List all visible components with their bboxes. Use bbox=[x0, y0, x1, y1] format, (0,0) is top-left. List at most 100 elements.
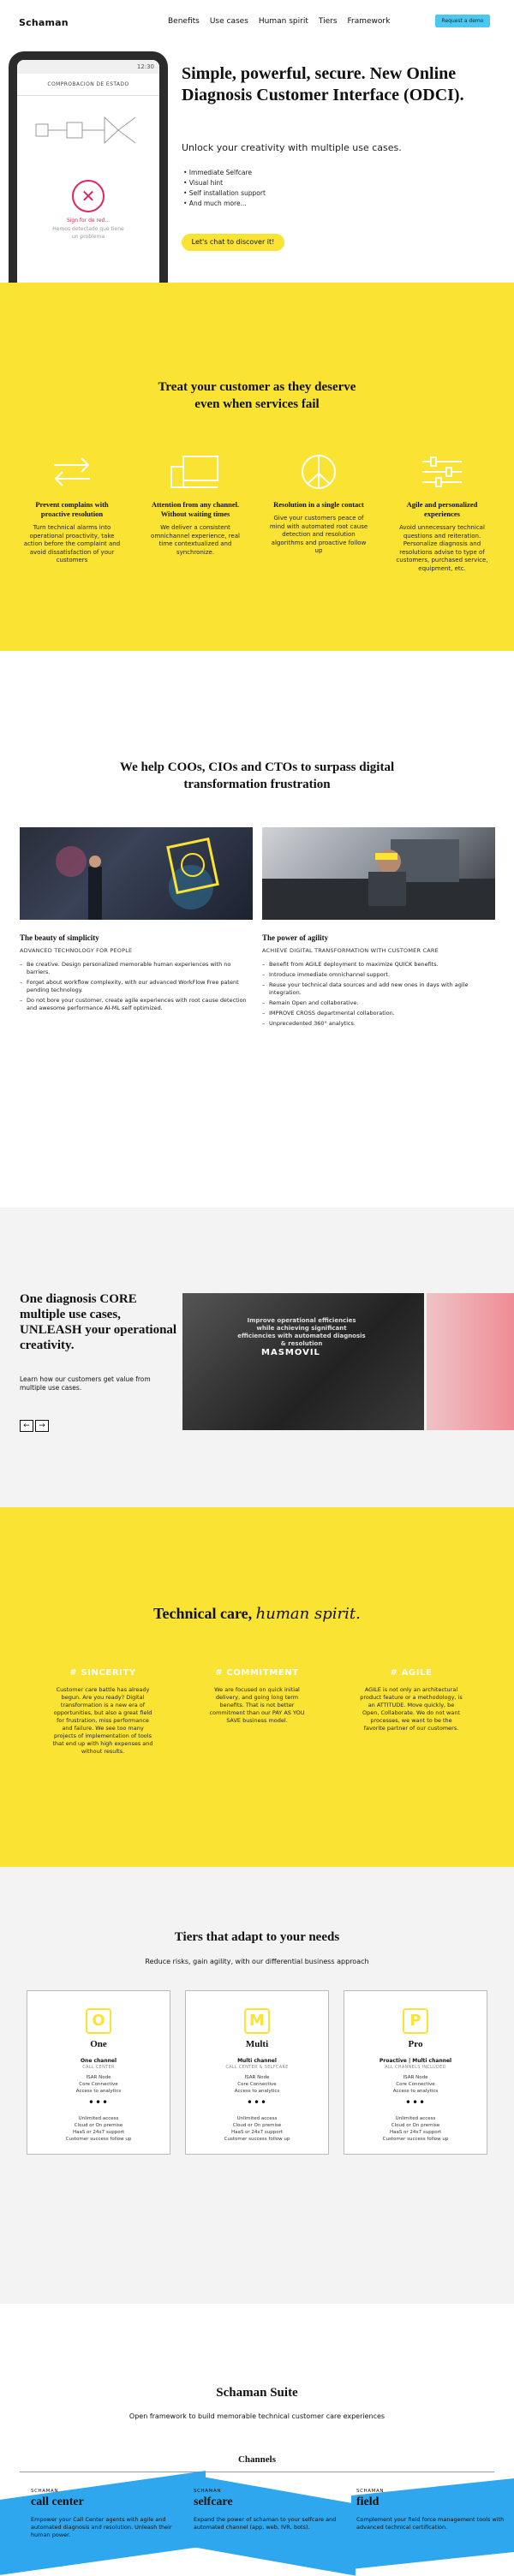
value-text: AGILE is not only an architectural produ… bbox=[360, 1686, 463, 1732]
tier-channels-detail: CALL CENTER bbox=[82, 2065, 115, 2070]
benefit-text: Avoid unnecessary technical questions an… bbox=[396, 524, 488, 572]
arrow-right-icon[interactable]: → bbox=[35, 1420, 49, 1432]
channel-kicker: SCHAMAN bbox=[31, 2489, 59, 2494]
column-list: Be creative. Design personalized memorab… bbox=[20, 961, 253, 1012]
channels-title: Channels bbox=[237, 2454, 277, 2465]
request-demo-button[interactable]: Request a demo bbox=[435, 15, 490, 27]
photo-graffiti-wall bbox=[20, 827, 253, 920]
benefit-card: Resolution in a single contact Give your… bbox=[267, 447, 370, 556]
logo[interactable]: Schaman bbox=[19, 17, 69, 28]
benefit-text: Give your customers peace of mind with a… bbox=[269, 515, 368, 554]
column-list: Benefit from AGILE deployment to maximiz… bbox=[262, 961, 495, 1028]
nav-item-benefits[interactable]: Benefits bbox=[168, 17, 200, 26]
suite-section: Schaman Suite Open framework to build me… bbox=[0, 2304, 514, 2576]
benefit-card: Agile and personalized experiences Avoid… bbox=[391, 447, 493, 573]
suite-subtitle: Open framework to build memorable techni… bbox=[128, 2412, 386, 2420]
tier-card-pro[interactable]: P Pro Proactive | Multi channel ALL CHAN… bbox=[344, 1990, 487, 2155]
hero-bullet: • Immediate Selfcare bbox=[183, 169, 252, 176]
peace-icon bbox=[267, 447, 370, 497]
tier-channels: Multi channel bbox=[237, 2058, 277, 2064]
carousel-controls: ← → bbox=[20, 1420, 49, 1432]
value-card: # COMMITMENT We are focused on quick ini… bbox=[206, 1668, 308, 1725]
benefit-title: Attention from any channel. Without wait… bbox=[151, 500, 240, 518]
more-icon: ••• bbox=[87, 2096, 110, 2108]
chat-button[interactable]: Let's chat to discover it! bbox=[182, 234, 284, 251]
phone-status-bar: 12:30 bbox=[17, 60, 159, 74]
case-study-card-next[interactable] bbox=[427, 1293, 514, 1430]
benefit-text: Turn technical alarms into operational p… bbox=[23, 524, 121, 564]
tier-features: ISAR Node Core Connective Access to analyt… bbox=[75, 2075, 122, 2094]
benefit-text: We deliver a consistent omnichannel expe… bbox=[151, 524, 240, 556]
arrow-left-icon[interactable]: ← bbox=[20, 1420, 33, 1432]
value-text: Customer care battle has already begun. … bbox=[52, 1686, 153, 1755]
channel-name: call center bbox=[31, 2496, 84, 2508]
tier-channels-detail: CALL CENTER & SELFCARE bbox=[225, 2065, 289, 2070]
more-icon: ••• bbox=[404, 2096, 427, 2108]
benefit-title: Agile and personalized experiences bbox=[406, 500, 478, 518]
use-cases-section: We help COOs, CIOs and CTOs to surpass d… bbox=[0, 651, 514, 1208]
phone-error-title: Sign for de red... bbox=[66, 218, 111, 224]
value-card: # SINCERITY Customer care battle has alr… bbox=[51, 1668, 154, 1756]
tier-channels-detail: ALL CHANNELS INCLUDED bbox=[385, 2065, 446, 2070]
value-card: # AGILE AGILE is not only an architectur… bbox=[360, 1668, 463, 1732]
value-name: # SINCERITY bbox=[69, 1668, 136, 1678]
tiers-subtitle: Reduce risks, gain agility, with our dif… bbox=[145, 1958, 369, 1965]
tiers-title: Tiers that adapt to your needs bbox=[174, 1930, 340, 1944]
tier-card-multi[interactable]: M Multi Multi channel CALL CENTER & SELF… bbox=[185, 1990, 329, 2155]
tier-logo-icon: O bbox=[86, 2008, 111, 2034]
tier-includes: Unlimited access Cloud or On premise HaaS … bbox=[382, 2116, 449, 2142]
hero-bullets: • Immediate Selfcare • Visual hint • Sel… bbox=[183, 168, 266, 209]
hero-section: 12:30 COMPROBACION DE ESTADO ✕ Sign for … bbox=[0, 43, 514, 283]
case-quote: Improve operational efficiencies while a… bbox=[237, 1317, 366, 1347]
channel-text: Complement your field force management t… bbox=[356, 2516, 505, 2531]
column-tag: ADVANCED TECHNOLOGY FOR PEOPLE bbox=[20, 947, 133, 954]
devices-icon bbox=[144, 447, 247, 497]
hero-subtitle: Unlock your creativity with multiple use… bbox=[182, 142, 402, 153]
suite-title: Schaman Suite bbox=[216, 2386, 298, 2400]
list-item: Reuse your technical data sources and ad… bbox=[262, 981, 495, 997]
tier-name: One bbox=[90, 2039, 107, 2049]
channel-call-center[interactable]: SCHAMAN call center Empower your Call Ce… bbox=[31, 2489, 185, 2539]
hero-bullet: • And much more... bbox=[183, 200, 247, 207]
value-name: # AGILE bbox=[390, 1668, 433, 1678]
channel-selfcare[interactable]: SCHAMAN selfcare Expand the power of sch… bbox=[194, 2489, 348, 2531]
benefit-card: Attention from any channel. Without wait… bbox=[144, 447, 247, 557]
tiers-section: Tiers that adapt to your needs Reduce ri… bbox=[0, 1867, 514, 2304]
human-spirit-section: Technical care, human spirit. # SINCERIT… bbox=[0, 1507, 514, 1867]
tier-card-one[interactable]: O One One channel CALL CENTER ISAR Node C… bbox=[27, 1990, 170, 2155]
core-text: Learn how our customers get value from m… bbox=[20, 1375, 151, 1392]
channel-kicker: SCHAMAN bbox=[194, 2489, 222, 2494]
nav-item-human-spirit[interactable]: Human spirit bbox=[259, 17, 308, 26]
core-section: One diagnosis CORE multiple use cases, U… bbox=[0, 1208, 514, 1507]
tier-logo-icon: M bbox=[244, 2008, 270, 2034]
nav-item-use-cases[interactable]: Use cases bbox=[210, 17, 248, 26]
phone-mockup: 12:30 COMPROBACION DE ESTADO ✕ Sign for … bbox=[9, 51, 168, 283]
list-item: Unprecedented 360° analytics. bbox=[262, 1020, 495, 1028]
hero-title: Simple, powerful, secure. New Online Dia… bbox=[182, 64, 464, 104]
phone-screen-title: COMPROBACION DE ESTADO bbox=[17, 74, 159, 96]
list-item: Be creative. Design personalized memorab… bbox=[20, 961, 253, 976]
channel-kicker: SCHAMAN bbox=[356, 2489, 385, 2494]
channel-field[interactable]: SCHAMAN field Complement your field forc… bbox=[356, 2489, 511, 2531]
phone-error-subtitle: Hemos detectado que tiene un problema bbox=[52, 226, 124, 240]
simplicity-column: The beauty of simplicity ADVANCED TECHNO… bbox=[20, 933, 253, 1015]
channel-text: Empower your Call Center agents with agi… bbox=[31, 2516, 172, 2538]
close-icon: ✕ bbox=[72, 180, 105, 212]
case-study-card[interactable]: Improve operational efficiencies while a… bbox=[182, 1293, 424, 1430]
column-title: The power of agility bbox=[262, 933, 329, 942]
nav-item-framework[interactable]: Framework bbox=[348, 17, 391, 26]
column-title: The beauty of simplicity bbox=[20, 933, 99, 942]
list-item: Do not bore your customer, create agile … bbox=[20, 997, 253, 1012]
nav-menu: Benefits Use cases Human spirit Tiers Fr… bbox=[168, 17, 390, 26]
list-item: Benefit from AGILE deployment to maximiz… bbox=[262, 961, 495, 969]
top-nav: Schaman Benefits Use cases Human spirit … bbox=[0, 0, 514, 43]
tier-logo-icon: P bbox=[403, 2008, 428, 2034]
tier-features: ISAR Node Core Connective Access to analyt… bbox=[234, 2075, 280, 2094]
nav-item-tiers[interactable]: Tiers bbox=[319, 17, 338, 26]
use-cases-title: We help COOs, CIOs and CTOs to surpass d… bbox=[119, 760, 395, 791]
tier-name: Multi bbox=[245, 2039, 269, 2049]
benefit-card: Prevent complains with proactive resolut… bbox=[21, 447, 123, 565]
sliders-icon bbox=[391, 447, 493, 497]
network-diagram-icon bbox=[17, 96, 159, 164]
tier-channels: Proactive | Multi channel bbox=[379, 2058, 452, 2064]
